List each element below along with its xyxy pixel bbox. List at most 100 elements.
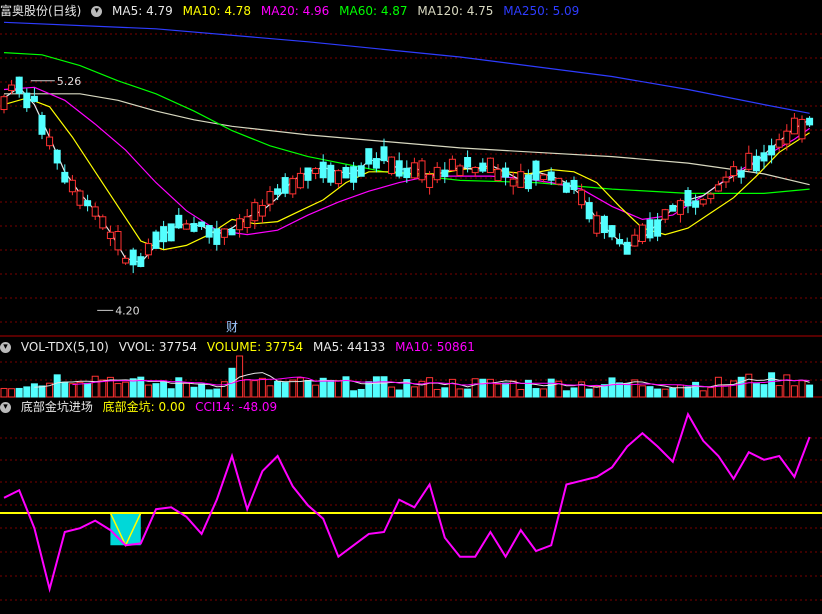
candle bbox=[357, 162, 365, 177]
candle-body bbox=[562, 182, 570, 193]
candle-body bbox=[350, 166, 358, 183]
candle bbox=[251, 198, 259, 230]
candle-body bbox=[722, 176, 730, 183]
volume-bar bbox=[479, 378, 487, 398]
ma250-legend: MA250: 5.09 bbox=[503, 4, 580, 18]
candle bbox=[395, 152, 403, 179]
candle bbox=[312, 167, 320, 180]
candle bbox=[228, 226, 236, 236]
candle bbox=[524, 169, 532, 192]
collapse-icon[interactable]: ▾ bbox=[0, 342, 11, 353]
candle-body bbox=[654, 219, 662, 237]
candle bbox=[593, 211, 601, 237]
volume-bar bbox=[441, 387, 449, 398]
candle-body bbox=[692, 200, 700, 208]
volume-bar bbox=[122, 381, 130, 398]
volume-bar bbox=[410, 386, 418, 398]
candle-body bbox=[775, 139, 783, 148]
volume-bar bbox=[160, 381, 168, 398]
candle-body bbox=[600, 215, 608, 234]
candle bbox=[471, 166, 479, 177]
candle bbox=[707, 192, 715, 204]
volume-bar bbox=[334, 380, 342, 398]
candle bbox=[737, 166, 745, 184]
candle-body bbox=[441, 169, 449, 178]
candle bbox=[418, 157, 426, 183]
volume-bar bbox=[768, 372, 776, 398]
candle-body bbox=[616, 239, 624, 245]
candle-body bbox=[646, 219, 654, 239]
volume-bar bbox=[798, 380, 806, 398]
collapse-icon[interactable]: ▾ bbox=[0, 402, 11, 413]
candle bbox=[258, 199, 266, 223]
candle bbox=[38, 111, 46, 140]
candle bbox=[479, 158, 487, 174]
collapse-icon[interactable]: ▾ bbox=[91, 6, 103, 17]
candle-body bbox=[783, 130, 791, 145]
volume-bar bbox=[91, 375, 99, 398]
volume-bar bbox=[570, 387, 578, 398]
candle-body bbox=[638, 224, 646, 243]
volume-bar bbox=[669, 387, 677, 398]
volume-bar bbox=[380, 376, 388, 398]
candle-body bbox=[707, 193, 715, 200]
candle-body bbox=[182, 223, 190, 230]
candle bbox=[296, 167, 304, 190]
volume-bar bbox=[205, 389, 213, 398]
candle-body bbox=[388, 156, 396, 175]
candle-body bbox=[122, 257, 130, 264]
candle bbox=[600, 214, 608, 239]
candle-body bbox=[372, 158, 380, 169]
volume-bar bbox=[243, 379, 251, 398]
volume-bar bbox=[471, 378, 479, 398]
volume-bar bbox=[707, 387, 715, 398]
volume-bar bbox=[684, 386, 692, 398]
candle-body bbox=[281, 177, 289, 194]
candle-body bbox=[8, 84, 16, 92]
candle bbox=[8, 79, 16, 95]
volume-bar bbox=[395, 389, 403, 398]
candle-body bbox=[274, 188, 282, 195]
high-price-label: 5.26 bbox=[57, 75, 82, 88]
candle-body bbox=[84, 200, 92, 207]
candle-body bbox=[798, 118, 806, 140]
volume-bar bbox=[540, 388, 548, 398]
candle-body bbox=[410, 162, 418, 179]
candle-body bbox=[243, 216, 251, 229]
candle-body bbox=[198, 221, 206, 227]
finance-marker: 财 bbox=[226, 320, 238, 334]
cci14-line bbox=[3, 411, 811, 593]
candle-body bbox=[699, 199, 707, 205]
candle bbox=[578, 183, 586, 209]
candle-body bbox=[608, 225, 616, 238]
candle bbox=[532, 159, 540, 186]
candle bbox=[243, 209, 251, 234]
candle-body bbox=[585, 202, 593, 220]
candle bbox=[91, 202, 99, 220]
candle-body bbox=[768, 145, 776, 156]
ma250-line bbox=[3, 21, 810, 114]
candle-body bbox=[167, 223, 175, 242]
candle-body bbox=[38, 114, 46, 135]
volume-bar bbox=[661, 388, 669, 398]
candle-body bbox=[479, 162, 487, 172]
candle-body bbox=[258, 204, 266, 217]
candle bbox=[319, 154, 327, 183]
volume-bar bbox=[699, 390, 707, 398]
candle bbox=[616, 233, 624, 247]
candle-body bbox=[61, 171, 69, 183]
candle bbox=[30, 87, 38, 103]
candle-body bbox=[137, 256, 145, 267]
candle-body bbox=[547, 171, 555, 181]
volume-bar bbox=[15, 387, 23, 398]
candle-body bbox=[578, 189, 586, 206]
candle-body bbox=[806, 117, 814, 126]
candle-body bbox=[517, 171, 525, 188]
candle-body bbox=[342, 166, 350, 179]
volume-bar bbox=[53, 374, 61, 398]
volume-bar bbox=[593, 385, 601, 398]
candle-body bbox=[426, 174, 434, 188]
candle-body bbox=[23, 92, 31, 109]
candle bbox=[213, 220, 221, 251]
candle bbox=[403, 160, 411, 183]
